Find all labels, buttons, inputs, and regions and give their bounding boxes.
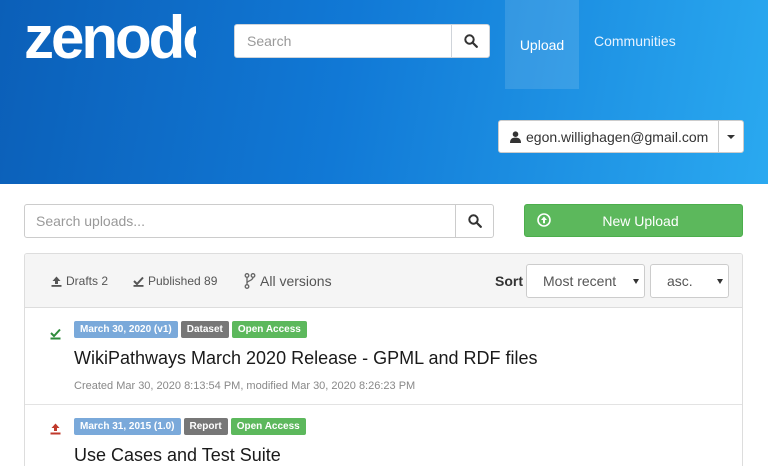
select-arrow-icon bbox=[633, 279, 639, 284]
access-right-badge: Open Access bbox=[231, 321, 307, 338]
tab-all-versions-label: All versions bbox=[260, 273, 332, 289]
global-search-button[interactable] bbox=[451, 25, 489, 57]
global-search-input[interactable] bbox=[235, 25, 451, 57]
sort-order-select[interactable]: asc. bbox=[650, 264, 729, 298]
user-email: egon.willighagen@gmail.com bbox=[526, 128, 709, 145]
record-meta: Created Mar 30, 2020 8:13:54 PM, modifie… bbox=[74, 380, 416, 392]
search-icon bbox=[463, 34, 478, 48]
published-check-icon bbox=[50, 328, 61, 340]
tab-published[interactable]: Published 89 bbox=[133, 274, 217, 288]
uploads-panel: Drafts 2 Published 89 All versions Sort … bbox=[24, 253, 743, 466]
upload-status-icon bbox=[50, 423, 61, 435]
new-upload-button[interactable]: New Upload bbox=[524, 204, 743, 237]
tab-drafts[interactable]: Drafts 2 bbox=[51, 274, 108, 288]
sort-by-select[interactable]: Most recent bbox=[526, 264, 645, 298]
record-title[interactable]: WikiPathways March 2020 Release - GPML a… bbox=[74, 348, 538, 369]
check-icon bbox=[133, 276, 144, 287]
global-search bbox=[234, 24, 490, 58]
tab-drafts-label: Drafts 2 bbox=[66, 274, 109, 288]
branch-icon bbox=[244, 273, 256, 289]
sort-label: Sort bbox=[495, 273, 523, 289]
zenodo-logo[interactable]: zenodo bbox=[24, 4, 220, 71]
select-arrow-icon bbox=[717, 279, 723, 284]
uploads-search-button[interactable] bbox=[455, 205, 493, 237]
record-title[interactable]: Use Cases and Test Suite bbox=[74, 445, 281, 466]
uploads-search-input[interactable] bbox=[25, 205, 455, 237]
uploads-toolbar: Drafts 2 Published 89 All versions Sort … bbox=[25, 254, 742, 308]
record-badges: March 31, 2015 (1.0) Report Open Access bbox=[74, 418, 306, 435]
upload-icon bbox=[51, 276, 62, 287]
user-icon bbox=[510, 130, 521, 143]
caret-down-icon bbox=[727, 134, 735, 139]
nav-upload[interactable]: Upload bbox=[505, 0, 579, 89]
tab-published-label: Published 89 bbox=[148, 274, 218, 288]
uploads-search bbox=[24, 204, 494, 238]
record-item: March 31, 2015 (1.0) Report Open Access … bbox=[25, 405, 742, 466]
user-menu-button[interactable]: egon.willighagen@gmail.com bbox=[499, 121, 718, 152]
resource-type-badge: Dataset bbox=[180, 321, 229, 338]
user-menu[interactable]: egon.willighagen@gmail.com bbox=[498, 120, 744, 153]
user-menu-dropdown-toggle[interactable] bbox=[718, 121, 743, 152]
sort-order-value: asc. bbox=[667, 273, 693, 289]
nav-communities[interactable]: Communities bbox=[594, 33, 676, 49]
site-header: zenodo Upload Communities egon.willighag… bbox=[0, 0, 768, 184]
tab-all-versions[interactable]: All versions bbox=[244, 273, 332, 289]
sort-by-value: Most recent bbox=[543, 273, 617, 289]
svg-text:zenodo: zenodo bbox=[24, 6, 196, 70]
record-item: March 30, 2020 (v1) Dataset Open Access … bbox=[25, 308, 742, 405]
record-badges: March 30, 2020 (v1) Dataset Open Access bbox=[74, 321, 307, 338]
version-date-badge: March 31, 2015 (1.0) bbox=[74, 418, 181, 435]
access-right-badge: Open Access bbox=[230, 418, 306, 435]
upload-circle-icon bbox=[537, 213, 551, 227]
version-date-badge: March 30, 2020 (v1) bbox=[74, 321, 178, 338]
new-upload-label: New Upload bbox=[602, 212, 679, 229]
resource-type-badge: Report bbox=[183, 418, 228, 435]
search-icon bbox=[467, 214, 482, 228]
